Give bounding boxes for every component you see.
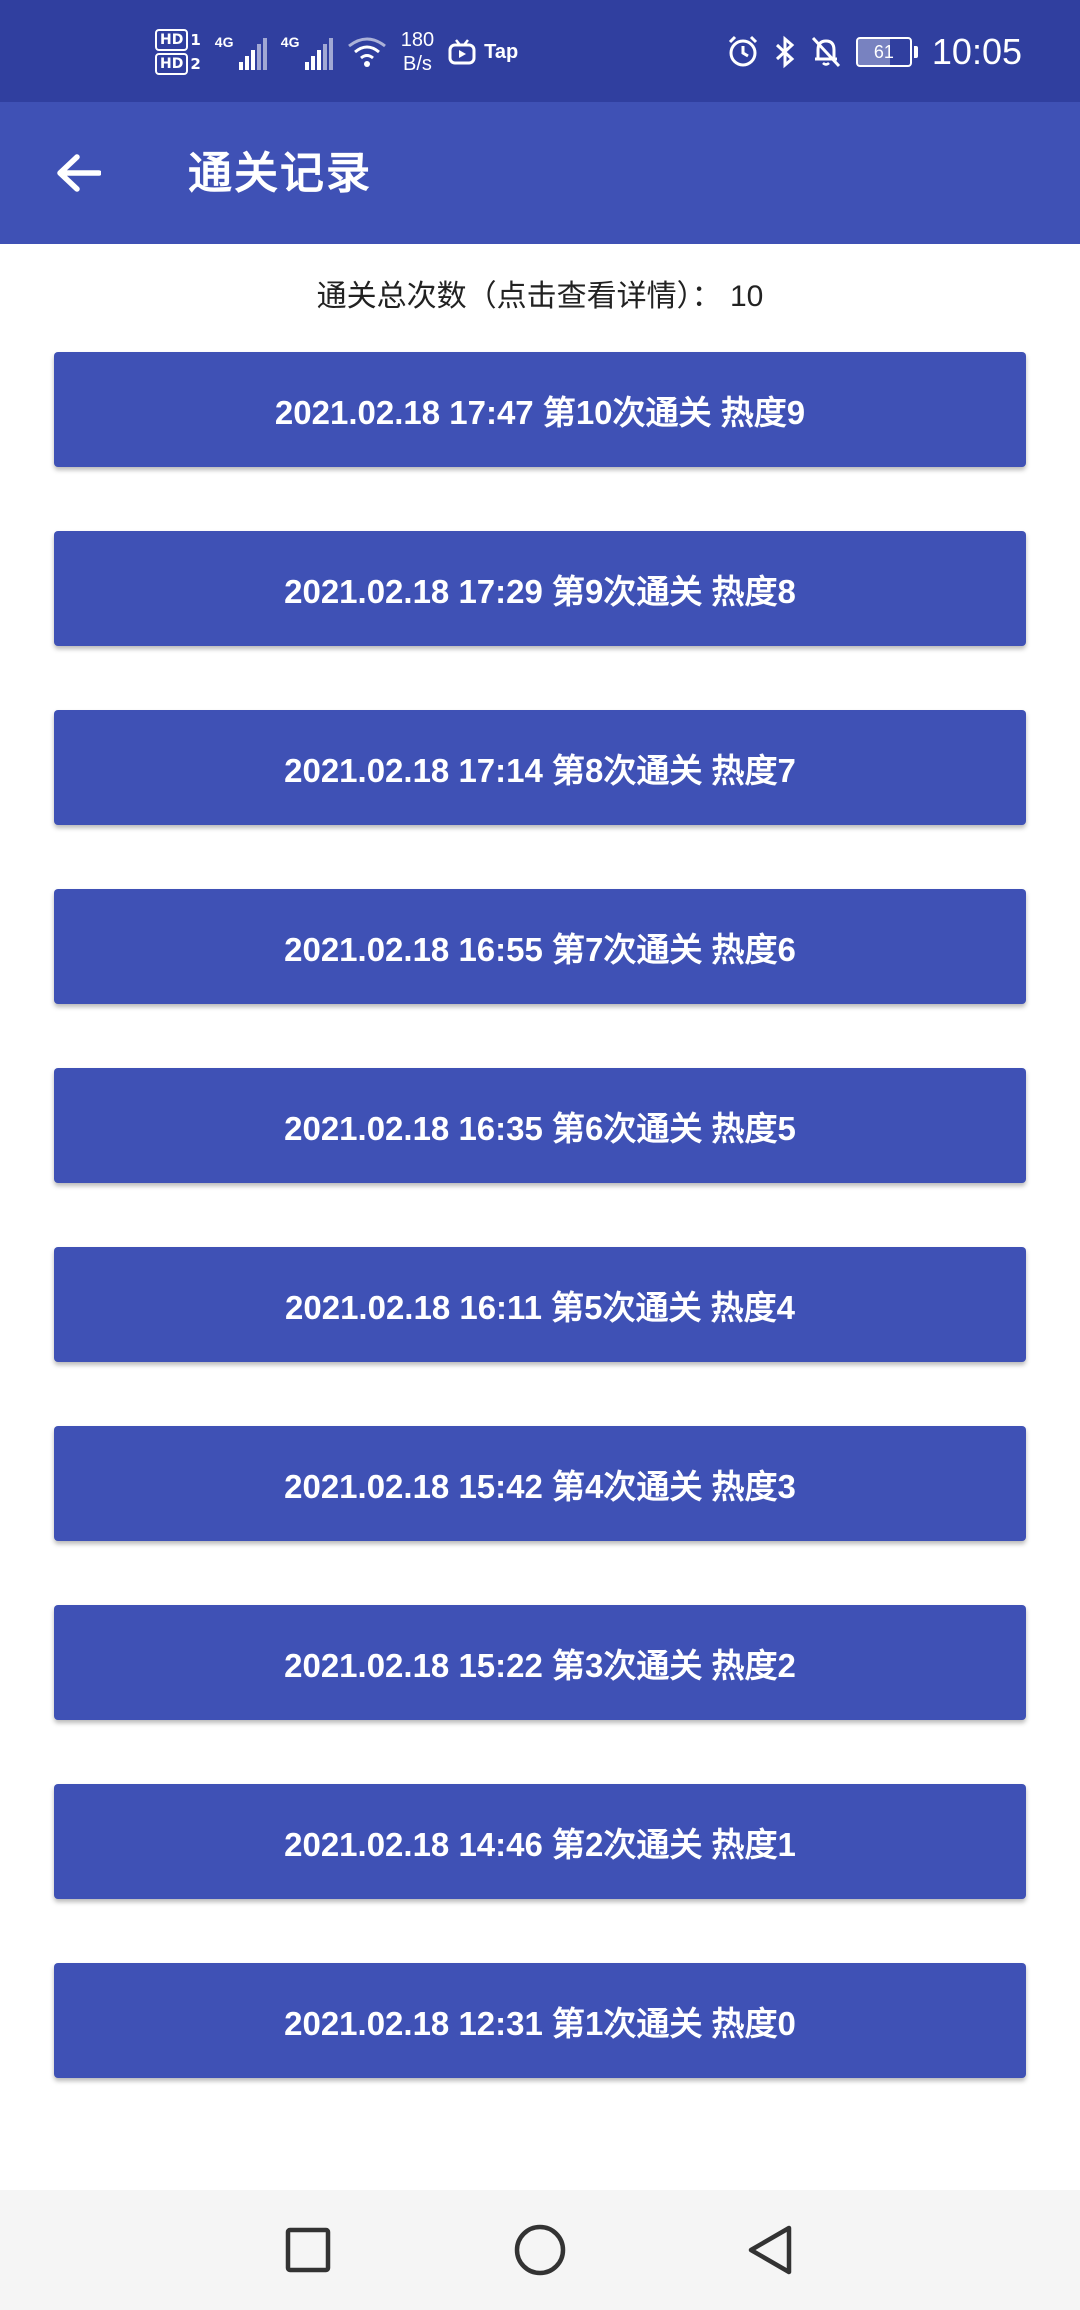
back-button[interactable]	[50, 145, 106, 201]
system-nav-bar	[0, 2190, 1080, 2310]
alarm-icon	[728, 35, 757, 67]
sim-indicators: HD 1 HD 2	[155, 29, 201, 75]
recents-square-icon	[285, 2227, 331, 2273]
record-button[interactable]: 2021.02.18 17:14 第8次通关 热度7	[54, 710, 1026, 825]
signal-1-icon: 4G	[215, 34, 267, 70]
home-button[interactable]	[506, 2216, 574, 2284]
mute-bell-icon	[811, 36, 841, 68]
sim1-hd-icon: HD 1	[155, 29, 201, 51]
status-bar-left: HD 1 HD 2 4G 4G 180 B/s Tap	[155, 22, 518, 82]
record-button[interactable]: 2021.02.18 12:31 第1次通关 热度0	[54, 1963, 1026, 2078]
record-button[interactable]: 2021.02.18 15:22 第3次通关 热度2	[54, 1605, 1026, 1720]
sim2-hd-icon: HD 2	[155, 53, 201, 75]
signal-2-icon: 4G	[281, 34, 333, 70]
tv-app-icon	[448, 39, 476, 65]
battery-icon: 61	[855, 37, 918, 67]
app-bar: 通关记录	[0, 102, 1080, 244]
wifi-icon	[347, 37, 386, 67]
battery-body: 61	[855, 37, 912, 67]
page-title: 通关记录	[188, 149, 372, 198]
network-speed: 180 B/s	[400, 29, 435, 75]
record-button[interactable]: 2021.02.18 16:35 第6次通关 热度5	[54, 1068, 1026, 1183]
tap-indicator: Tap	[448, 39, 518, 65]
battery-tip	[913, 46, 918, 58]
back-triangle-icon	[748, 2225, 792, 2275]
clear-record-list: 2021.02.18 17:47 第10次通关 热度9 2021.02.18 1…	[54, 352, 1026, 2142]
record-button[interactable]: 2021.02.18 17:29 第9次通关 热度8	[54, 531, 1026, 646]
record-button[interactable]: 2021.02.18 17:47 第10次通关 热度9	[54, 352, 1026, 467]
total-clears-summary[interactable]: 通关总次数（点击查看详情）： 10	[0, 275, 1080, 319]
record-button[interactable]: 2021.02.18 16:11 第5次通关 热度4	[54, 1247, 1026, 1362]
record-button[interactable]: 2021.02.18 14:46 第2次通关 热度1	[54, 1784, 1026, 1899]
home-circle-icon	[514, 2224, 566, 2276]
record-button[interactable]: 2021.02.18 16:55 第7次通关 热度6	[54, 889, 1026, 1004]
clock: 10:05	[931, 31, 1022, 72]
arrow-left-icon	[57, 154, 101, 192]
status-bar-right: 61 10:05	[726, 22, 1022, 82]
record-button[interactable]: 2021.02.18 15:42 第4次通关 热度3	[54, 1426, 1026, 1541]
nav-back-button[interactable]	[736, 2216, 804, 2284]
recents-button[interactable]	[274, 2216, 342, 2284]
bluetooth-icon	[775, 35, 795, 69]
status-bar: HD 1 HD 2 4G 4G 180 B/s Tap 61 10:05	[0, 0, 1080, 102]
